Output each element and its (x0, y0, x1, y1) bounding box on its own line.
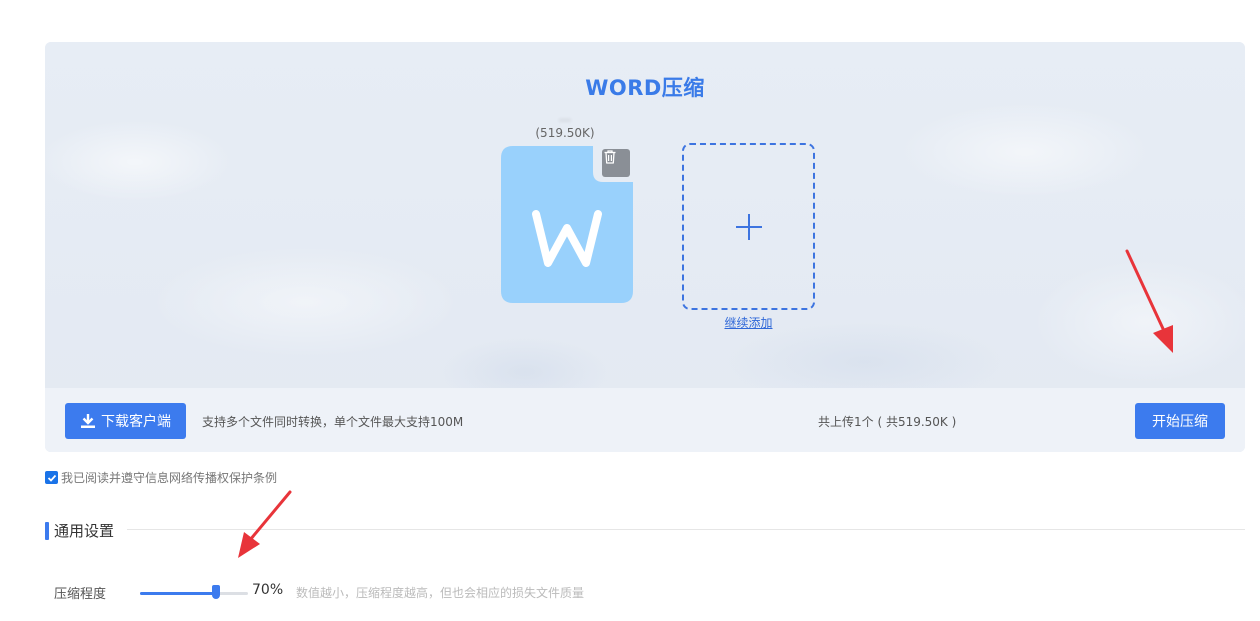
compression-value: 70% (252, 582, 284, 598)
checkmark-icon (47, 474, 56, 482)
delete-file-button[interactable] (602, 149, 630, 177)
plus-icon (735, 213, 762, 240)
file-name: … (559, 110, 571, 124)
download-icon (81, 414, 95, 428)
section-title: 通用设置 (54, 522, 115, 540)
uploaded-file-card[interactable] (501, 146, 633, 303)
page-title: WORD压缩 (585, 76, 705, 100)
file-size: (519.50K) (535, 126, 595, 140)
section-accent (45, 522, 49, 540)
slider-thumb[interactable] (211, 585, 220, 599)
general-settings-header: 通用设置 (45, 520, 1245, 542)
trash-icon (604, 150, 616, 164)
section-divider (127, 529, 1245, 530)
compression-slider[interactable] (140, 584, 248, 600)
agreement-label: 我已阅读并遵守信息网络传播权保护条例 (61, 471, 278, 485)
support-hint: 支持多个文件同时转换，单个文件最大支持100M (202, 415, 464, 429)
agreement-checkbox[interactable] (45, 471, 58, 484)
download-client-button[interactable]: 下载客户端 (65, 403, 186, 439)
download-client-label: 下载客户端 (101, 414, 171, 430)
upload-panel: WORD压缩 … (519.50K) 继续添加 下载客户端 支持多个文件同时转换… (45, 42, 1245, 452)
bottom-bar: 下载客户端 支持多个文件同时转换，单个文件最大支持100M 共上传1个 ( 共5… (45, 388, 1245, 452)
add-file-box[interactable] (682, 143, 815, 310)
start-compress-button[interactable]: 开始压缩 (1135, 403, 1225, 439)
add-more-link[interactable]: 继续添加 (682, 314, 815, 331)
agreement-row: 我已阅读并遵守信息网络传播权保护条例 (45, 469, 277, 486)
slider-fill (140, 592, 216, 595)
compression-hint: 数值越小，压缩程度越高，但也会相应的损失文件质量 (296, 586, 585, 600)
upload-summary: 共上传1个 ( 共519.50K ) (818, 415, 957, 429)
compression-label: 压缩程度 (54, 587, 107, 602)
